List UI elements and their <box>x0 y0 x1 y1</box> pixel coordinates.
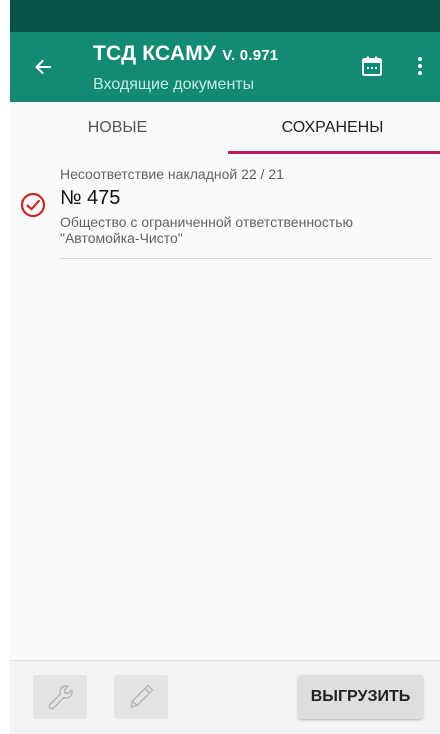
more-vertical-icon <box>418 57 422 61</box>
pencil-icon <box>130 684 154 708</box>
document-organization: Общество с ограниченной ответственностью… <box>60 214 354 246</box>
document-number: № 475 <box>60 187 121 209</box>
check-circle-icon <box>20 192 46 218</box>
tab-saved[interactable]: СОХРАНЕНЫ <box>225 102 440 154</box>
more-options-button[interactable] <box>410 54 430 78</box>
calendar-icon <box>362 56 382 76</box>
arrow-left-icon <box>35 59 51 75</box>
document-type: Несоответствие накладной 22 / 21 <box>60 166 284 182</box>
back-button[interactable] <box>28 52 58 82</box>
app-name: ТСД КСАМУ <box>93 42 217 65</box>
app-version: V. 0.971 <box>222 47 279 64</box>
edit-button[interactable] <box>114 675 168 719</box>
app-bar: ТСД КСАМУ V. 0.971 Входящие документы <box>10 32 440 102</box>
upload-button[interactable]: ВЫГРУЗИТЬ <box>298 675 423 719</box>
screen-subtitle: Входящие документы <box>93 76 255 93</box>
tab-new[interactable]: НОВЫЕ <box>10 102 225 154</box>
item-divider <box>60 258 432 259</box>
app-title: ТСД КСАМУ V. 0.971 <box>93 42 278 66</box>
settings-button[interactable] <box>33 675 87 719</box>
app-screen: ТСД КСАМУ V. 0.971 Входящие документы НОВ… <box>10 0 440 734</box>
document-list-item[interactable]: Несоответствие накладной 22 / 21 № 475 О… <box>10 154 440 260</box>
bottom-toolbar: ВЫГРУЗИТЬ <box>10 660 440 734</box>
status-bar <box>10 0 440 32</box>
tab-bar: НОВЫЕ СОХРАНЕНЫ <box>10 102 440 154</box>
calendar-button[interactable] <box>360 54 384 78</box>
wrench-icon <box>48 685 73 710</box>
